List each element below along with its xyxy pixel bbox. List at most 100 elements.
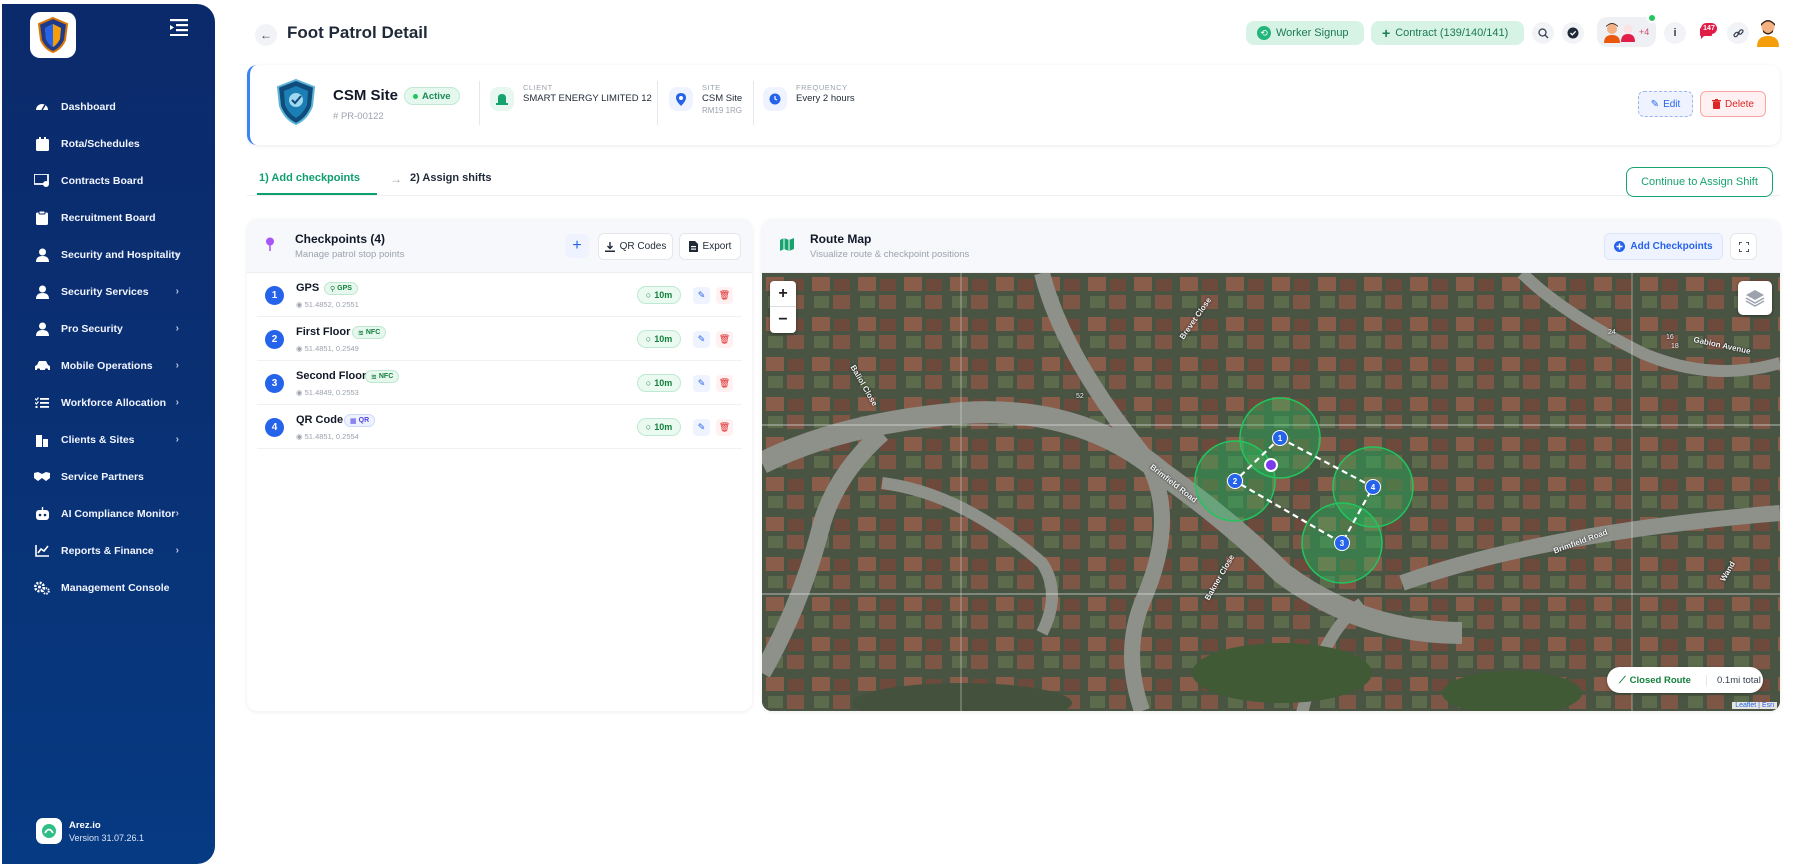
sidebar-item-service-partners[interactable]: Service Partners [2,458,215,495]
sidebar-item-reports-finance[interactable]: Reports & Finance › [2,532,215,569]
sidebar-item-label: Service Partners [61,470,144,483]
map-marker-3[interactable]: 3 [1334,535,1350,551]
edit-checkpoint-button[interactable]: ✎ [693,287,710,304]
link-icon: ⟲ [1257,26,1271,40]
edit-checkpoint-button[interactable]: ✎ [693,375,710,392]
sidebar-item-rota[interactable]: Rota/Schedules [2,125,215,162]
delete-checkpoint-button[interactable]: 🗑 [716,375,733,392]
delete-checkpoint-button[interactable]: 🗑 [716,287,733,304]
gps-icon: ⚲ [330,285,336,293]
location-dot-icon: ◉ [296,432,303,441]
map-marker-2[interactable]: 2 [1227,473,1243,489]
location-dot-icon: ◉ [296,344,303,353]
sidebar-item-ai-compliance[interactable]: AI Compliance Monitor › [2,495,215,532]
worker-signup-button[interactable]: ⟲ Worker Signup [1246,21,1364,45]
sidebar-item-security-hospitality[interactable]: Security and Hospitality › [2,236,215,273]
info-icon: i [1673,27,1677,39]
sidebar-item-workforce-allocation[interactable]: Workforce Allocation › [2,384,215,421]
contract-button[interactable]: + Contract (139/140/141) [1371,21,1524,45]
add-checkpoints-button[interactable]: Add Checkpoints [1604,233,1723,260]
edit-checkpoint-button[interactable]: ✎ [693,331,710,348]
frequency-info: FREQUENCY Every 2 hours [763,83,883,123]
tab-add-checkpoints[interactable]: 1) Add checkpoints [259,172,360,184]
export-button[interactable]: Export [679,233,741,260]
marker-label: 4 [1370,482,1376,492]
company-logo[interactable] [30,12,76,58]
sidebar-item-pro-security[interactable]: Pro Security › [2,310,215,347]
file-export-icon [688,241,698,252]
checkpoint-name: First Floor [296,326,351,338]
checkpoint-coords: ◉ 51.4852, 0.2551 [296,300,359,309]
team-avatars[interactable]: +4 [1597,17,1656,47]
sidebar-item-mobile-operations[interactable]: Mobile Operations › [2,347,215,384]
clock-icon: ○ [645,378,652,388]
map-attribution[interactable]: Leaflet | Esri [1732,702,1777,709]
back-button[interactable]: ← [255,24,277,46]
delete-button[interactable]: Delete [1700,91,1766,117]
tasks-button[interactable] [1562,22,1584,44]
menu-collapse-icon[interactable] [170,18,190,36]
frequency-value: Every 2 hours [796,93,855,104]
client-info: CLIENT SMART ENERGY LIMITED 12 [490,83,660,123]
site-code: # PR-00122 [333,111,384,122]
user-profile-avatar[interactable] [1755,17,1781,47]
route-map-title: Route Map [810,232,872,246]
zoom-out-button[interactable]: − [770,307,796,333]
checkpoint-duration-value: 10m [654,378,673,388]
delete-label: Delete [1725,98,1754,110]
map-marker-1[interactable]: 1 [1272,430,1288,446]
clock-icon [763,87,787,111]
pencil-icon: ✎ [1650,98,1660,110]
link-button[interactable] [1727,22,1749,44]
continue-to-assign-shift-button[interactable]: Continue to Assign Shift [1626,167,1773,197]
qr-codes-button[interactable]: QR Codes [598,233,673,260]
checkpoint-duration-value: 10m [654,290,673,300]
fullscreen-button[interactable] [1730,233,1757,260]
site-label: SITE [702,83,721,92]
layers-button[interactable] [1738,281,1772,315]
trash-icon: 🗑 [718,334,731,344]
edit-checkpoint-button[interactable]: ✎ [693,419,710,436]
sidebar-item-label: Contracts Board [61,174,144,187]
tab-assign-shifts[interactable]: 2) Assign shifts [410,172,492,184]
sidebar-item-dashboard[interactable]: Dashboard [2,88,215,125]
checkpoint-number: 2 [265,330,284,349]
pencil-icon: ✎ [697,334,706,344]
sidebar-item-label: Rota/Schedules [61,137,140,150]
clipboard-icon [34,210,50,226]
checkpoint-row[interactable]: 3 Second Floor ≋ NFC ◉ 51.4849, 0.2553 ○ 10m ✎ 🗑 [257,361,742,405]
checkpoint-number: 4 [265,418,284,437]
checkpoint-type-label: NFC [365,329,381,336]
checkpoint-row[interactable]: 2 First Floor ≋ NFC ◉ 51.4851, 0.2549 ○ 10m ✎ 🗑 [257,317,742,361]
sidebar-item-security-services[interactable]: Security Services › [2,273,215,310]
sidebar-item-recruitment-board[interactable]: Recruitment Board [2,199,215,236]
chevron-right-icon: › [175,508,179,519]
nfc-icon: ≋ [358,329,364,337]
sidebar-item-contracts-board[interactable]: Contracts Board [2,162,215,199]
plus-icon: + [572,237,582,254]
checkpoint-row[interactable]: 4 QR Code ▦ QR ◉ 51.4851, 0.2554 ○ 10m ✎ 🗑 [257,405,742,449]
info-button[interactable]: i [1664,22,1686,44]
delete-checkpoint-button[interactable]: 🗑 [716,419,733,436]
sidebar-item-clients-sites[interactable]: Clients & Sites › [2,421,215,458]
map-marker-4[interactable]: 4 [1365,479,1381,495]
brand-avatar [36,818,62,844]
checkpoint-row[interactable]: 1 GPS ⚲ GPS ◉ 51.4852, 0.2551 ○ 10m ✎ 🗑 [257,273,742,317]
checkpoint-name: Second Floor [296,370,367,382]
pencil-icon: ✎ [697,290,706,300]
checkpoint-duration: ○ 10m [637,330,681,348]
checkpoints-header: Checkpoints (4) Manage patrol stop point… [247,219,752,273]
zoom-in-button[interactable]: + [770,281,796,307]
checkpoint-type-badge: ▦ QR [344,414,376,427]
sidebar-item-management-console[interactable]: Management Console [2,569,215,606]
avatars-more-count: +4 [1639,27,1650,37]
site-code-value: PR-00122 [340,111,384,122]
delete-checkpoint-button[interactable]: 🗑 [716,331,733,348]
checkpoint-duration: ○ 10m [637,374,681,392]
add-checkpoint-button[interactable]: + [565,234,589,258]
search-button[interactable] [1532,22,1554,44]
map-canvas[interactable]: Brimfield Road Brimfield Road Brevet Clo… [762,273,1780,711]
edit-button[interactable]: ✎ Edit [1638,91,1693,117]
closed-route-label: ⟋ Closed Route [1607,674,1707,686]
profile-avatar-icon [1757,20,1779,47]
